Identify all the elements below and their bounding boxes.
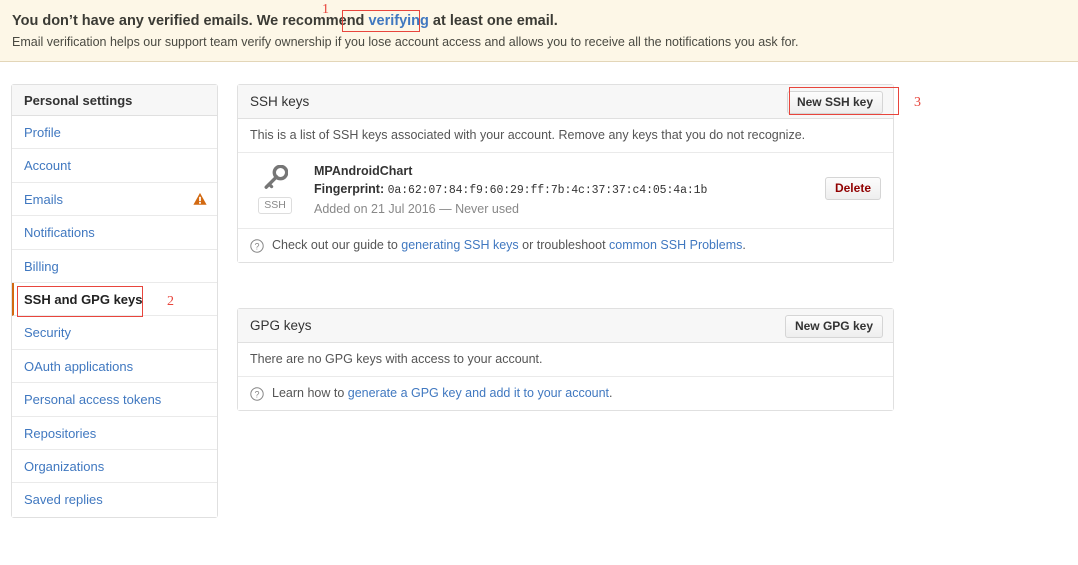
ssh-key-row: SSH MPAndroidChart Fingerprint: 0a:62:07… xyxy=(238,153,893,229)
personal-settings-sidebar: Personal settings Profile Account Emails… xyxy=(11,84,218,518)
ssh-key-details: MPAndroidChart Fingerprint: 0a:62:07:84:… xyxy=(314,163,881,218)
sidebar-item-label: Account xyxy=(24,158,71,174)
ssh-key-icon-group: SSH xyxy=(252,164,298,214)
gpg-help-after: . xyxy=(609,386,613,400)
banner-headline-before: You don’t have any verified emails. We r… xyxy=(12,13,369,29)
generate-gpg-key-link[interactable]: generate a GPG key and add it to your ac… xyxy=(348,386,609,400)
sidebar-item-security[interactable]: Security xyxy=(12,316,217,350)
key-icon xyxy=(264,164,289,189)
banner-headline: You don’t have any verified emails. We r… xyxy=(12,13,558,29)
sidebar-item-emails[interactable]: Emails xyxy=(12,182,217,217)
sidebar-item-oauth-applications[interactable]: OAuth applications xyxy=(12,349,217,384)
generating-ssh-keys-link[interactable]: generating SSH keys xyxy=(401,238,518,252)
sidebar-item-organizations[interactable]: Organizations xyxy=(12,449,217,484)
gpg-keys-panel: GPG keys New GPG key There are no GPG ke… xyxy=(237,308,894,411)
sidebar-item-ssh-and-gpg-keys[interactable]: SSH and GPG keys xyxy=(12,282,217,317)
ssh-help-middle: or troubleshoot xyxy=(518,238,610,252)
email-verification-banner: You don’t have any verified emails. We r… xyxy=(0,0,1078,62)
sidebar-item-label: Saved replies xyxy=(24,492,103,508)
fingerprint-value: 0a:62:07:84:f9:60:29:ff:7b:4c:37:37:c4:0… xyxy=(387,184,708,197)
sidebar-item-label: Organizations xyxy=(24,458,105,474)
banner-headline-after: at least one email. xyxy=(428,13,558,29)
sidebar-item-label: Notifications xyxy=(24,225,95,241)
sidebar-item-personal-access-tokens[interactable]: Personal access tokens xyxy=(12,383,217,417)
sidebar-item-label: Emails xyxy=(24,191,64,207)
ssh-keys-title: SSH keys xyxy=(250,94,310,109)
gpg-keys-title: GPG keys xyxy=(250,318,312,333)
ssh-keys-panel-header: SSH keys New SSH key xyxy=(238,85,893,119)
sidebar-item-label: Security xyxy=(24,325,71,341)
annotation-number-3: 3 xyxy=(914,95,921,110)
new-ssh-key-button[interactable]: New SSH key xyxy=(786,91,883,114)
sidebar-item-label: SSH and GPG keys xyxy=(24,291,143,307)
warning-triangle-icon xyxy=(193,192,207,205)
sidebar-item-label: Profile xyxy=(24,125,61,140)
fingerprint-label: Fingerprint: xyxy=(314,182,385,196)
sidebar-item-billing[interactable]: Billing xyxy=(12,249,217,283)
sidebar-item-label: Billing xyxy=(24,258,59,274)
gpg-help-row: ? Learn how to generate a GPG key and ad… xyxy=(238,377,893,410)
sidebar-item-label: Repositories xyxy=(24,425,97,441)
sidebar-item-repositories[interactable]: Repositories xyxy=(12,416,217,450)
gpg-keys-panel-header: GPG keys New GPG key xyxy=(238,309,893,343)
gpg-keys-empty-message: There are no GPG keys with access to you… xyxy=(238,343,893,377)
ssh-help-row: ? Check out our guide to generating SSH … xyxy=(238,229,893,262)
delete-ssh-key-button[interactable]: Delete xyxy=(824,177,881,200)
sidebar-item-label: OAuth applications xyxy=(24,358,134,374)
svg-text:?: ? xyxy=(254,389,259,399)
new-gpg-key-button[interactable]: New GPG key xyxy=(784,315,883,338)
sidebar-item-label: Personal access tokens xyxy=(24,392,162,408)
ssh-key-fingerprint: Fingerprint: 0a:62:07:84:f9:60:29:ff:7b:… xyxy=(314,180,881,200)
ssh-key-meta: Added on 21 Jul 2016 — Never used xyxy=(314,202,519,216)
svg-text:?: ? xyxy=(254,241,259,251)
ssh-help-after: . xyxy=(742,238,746,252)
question-circle-icon: ? xyxy=(250,387,264,401)
ssh-key-badge: SSH xyxy=(258,197,292,214)
sidebar-heading: Personal settings xyxy=(12,85,217,116)
ssh-keys-description: This is a list of SSH keys associated wi… xyxy=(238,119,893,153)
sidebar-item-account[interactable]: Account xyxy=(12,149,217,183)
sidebar-item-notifications[interactable]: Notifications xyxy=(12,216,217,250)
verifying-link[interactable]: verifying xyxy=(368,13,428,29)
common-ssh-problems-link[interactable]: common SSH Problems xyxy=(609,238,742,252)
banner-subtext: Email verification helps our support tea… xyxy=(12,35,799,49)
sidebar-item-saved-replies[interactable]: Saved replies xyxy=(12,483,217,517)
gpg-help-before: Learn how to xyxy=(272,386,348,400)
question-circle-icon: ? xyxy=(250,239,264,253)
ssh-key-title: MPAndroidChart xyxy=(314,164,413,178)
sidebar-item-profile[interactable]: Profile xyxy=(12,116,217,150)
ssh-help-before: Check out our guide to xyxy=(272,238,402,252)
ssh-keys-panel: SSH keys New SSH key This is a list of S… xyxy=(237,84,894,263)
